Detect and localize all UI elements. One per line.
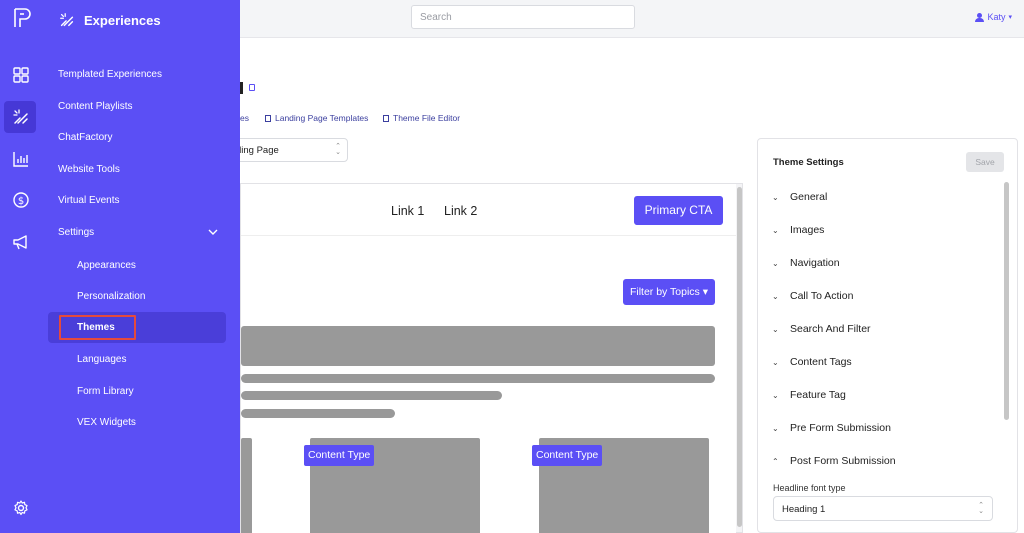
document-icon: [265, 115, 271, 122]
submenu-item-languages[interactable]: Languages: [77, 354, 127, 365]
tab-theme-file-editor[interactable]: Theme File Editor: [383, 113, 460, 123]
experiences-icon: [60, 13, 74, 27]
tab-experiences[interactable]: es: [240, 113, 249, 123]
section-search-and-filter[interactable]: ⌄ Search And Filter: [772, 323, 871, 335]
placeholder-line: [241, 391, 502, 400]
updown-icon: ⌃ ⌄: [978, 502, 984, 515]
updown-icon: ⌃ ⌄: [335, 143, 341, 156]
flyout-header: Experiences: [58, 11, 161, 29]
menu-item-chatfactory[interactable]: ChatFactory: [58, 132, 112, 143]
preview-link-1[interactable]: Link 1: [391, 204, 424, 218]
headline-font-type-label: Headline font type: [773, 483, 846, 493]
chevron-down-icon: ⌄: [772, 226, 779, 235]
page-title-fragment: [240, 82, 243, 94]
copy-icon[interactable]: [249, 84, 255, 91]
chevron-down-icon: ⌄: [772, 259, 779, 268]
section-content-tags[interactable]: ⌄ Content Tags: [772, 356, 852, 368]
chevron-up-icon: ⌃: [772, 457, 779, 466]
experiences-flyout: Experiences Templated Experiences Conten…: [42, 0, 240, 533]
section-navigation[interactable]: ⌄ Navigation: [772, 257, 840, 269]
theme-settings-title: Theme Settings: [773, 157, 844, 168]
menu-item-content-playlists[interactable]: Content Playlists: [58, 101, 132, 112]
user-icon: [975, 12, 985, 22]
submenu-item-personalization[interactable]: Personalization: [77, 291, 145, 302]
chevron-down-icon: ⌄: [772, 193, 779, 202]
svg-text:$: $: [18, 196, 24, 207]
chevron-down-icon: ⌄: [772, 292, 779, 301]
submenu-item-appearances[interactable]: Appearances: [77, 260, 136, 271]
gear-icon[interactable]: [11, 498, 31, 518]
dollar-icon[interactable]: $: [11, 190, 31, 210]
section-call-to-action[interactable]: ⌄ Call To Action: [772, 290, 853, 302]
chevron-down-icon: ⌄: [772, 358, 779, 367]
flyout-title: Experiences: [84, 12, 161, 28]
section-images[interactable]: ⌄ Images: [772, 224, 824, 236]
preview-canvas: Link 1 Link 2 Primary CTA Filter by Topi…: [241, 184, 736, 533]
theme-settings-panel: Theme Settings Save ⌄ General ⌄ Images ⌄ Na…: [757, 138, 1018, 533]
caret-down-icon: ▾: [702, 286, 709, 298]
menu-item-virtual-events[interactable]: Virtual Events: [58, 195, 120, 206]
chevron-down-icon: ⌄: [772, 325, 779, 334]
section-feature-tag[interactable]: ⌄ Feature Tag: [772, 389, 846, 401]
placeholder-line: [241, 409, 395, 418]
section-pre-form-submission[interactable]: ⌄ Pre Form Submission: [772, 422, 891, 434]
user-menu[interactable]: Katy ▾: [975, 12, 1012, 22]
content-type-badge: Content Type: [532, 445, 603, 466]
preview-link-2[interactable]: Link 2: [444, 204, 477, 218]
submenu-item-form-library[interactable]: Form Library: [77, 386, 134, 397]
menu-item-website-tools[interactable]: Website Tools: [58, 164, 120, 175]
top-bar: Search Katy ▾: [240, 0, 1024, 38]
content-card: [241, 438, 252, 533]
headline-font-type-select[interactable]: Heading 1 ⌃ ⌄: [773, 496, 993, 521]
preview-header: Link 1 Link 2 Primary CTA: [241, 184, 736, 236]
grid-icon[interactable]: [11, 65, 31, 85]
megaphone-icon[interactable]: [11, 232, 31, 252]
section-post-form-submission[interactable]: ⌃ Post Form Submission: [772, 455, 896, 467]
placeholder-line: [241, 374, 715, 383]
section-general[interactable]: ⌄ General: [772, 191, 827, 203]
user-name: Katy: [987, 12, 1006, 22]
submenu-item-vex-widgets[interactable]: VEX Widgets: [77, 417, 136, 428]
primary-cta-button[interactable]: Primary CTA: [634, 196, 723, 225]
analytics-icon[interactable]: [11, 149, 31, 169]
submenu-item-themes[interactable]: Themes: [77, 322, 115, 333]
search-input[interactable]: Search: [411, 5, 635, 29]
save-button[interactable]: Save: [966, 152, 1004, 172]
chevron-down-icon: ⌄: [772, 424, 779, 433]
menu-item-templated-experiences[interactable]: Templated Experiences: [58, 69, 162, 80]
settings-scrollbar[interactable]: [1004, 182, 1009, 420]
preview-scrollbar[interactable]: [737, 187, 742, 527]
experiences-icon[interactable]: [11, 107, 31, 127]
content-type-badge: Content Type: [304, 445, 375, 466]
tab-landing-page-templates[interactable]: Landing Page Templates: [265, 113, 368, 123]
icon-rail: $: [0, 0, 42, 533]
theme-preview: Link 1 Link 2 Primary CTA Filter by Topi…: [240, 183, 743, 533]
chevron-down-icon: ▾: [1008, 14, 1012, 21]
chevron-down-icon: ⌄: [772, 391, 779, 400]
files-icon: [383, 115, 389, 122]
chevron-down-icon[interactable]: [208, 228, 218, 236]
page-type-select[interactable]: ding Page ⌃ ⌄: [235, 138, 348, 162]
filter-by-topics-button[interactable]: Filter by Topics ▾: [623, 279, 715, 305]
logo-icon[interactable]: [11, 6, 31, 30]
menu-item-settings[interactable]: Settings: [58, 227, 94, 238]
placeholder-block: [241, 326, 715, 366]
